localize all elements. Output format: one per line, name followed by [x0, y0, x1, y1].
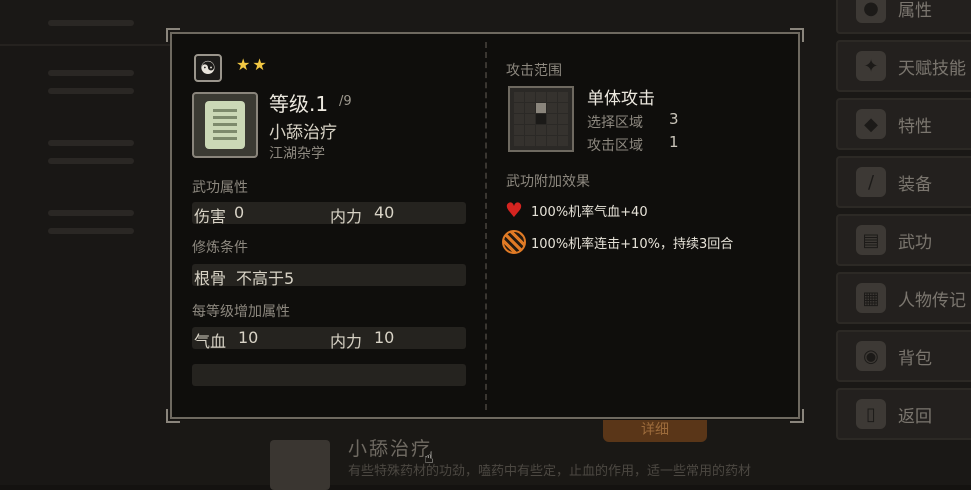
background-item-title: 小舔治疗 [348, 438, 433, 460]
menu-button-martial-arts[interactable]: ▤ 武功 [836, 214, 971, 266]
person-icon: ● [856, 0, 886, 23]
panel-corner [790, 409, 804, 423]
menu-button-attributes[interactable]: ● 属性 [836, 0, 971, 34]
menu-label: 特性 [898, 116, 932, 137]
requirement-value: 不高于5 [236, 269, 295, 288]
skill-detail-panel: ☯ ★★ 等级.1 /9 小舔治疗 江湖杂学 武功属性 伤害 0 内力 40 修… [166, 28, 804, 423]
talent-icon: ✦ [856, 51, 886, 81]
detail-button[interactable]: 详细 [603, 420, 707, 442]
attack-range-grid [508, 86, 574, 152]
per-inner-value: 10 [374, 328, 395, 347]
attack-area-value: 1 [669, 133, 679, 151]
damage-value: 0 [234, 203, 245, 222]
skill-school: 江湖杂学 [269, 146, 325, 162]
scroll-icon [270, 440, 330, 490]
menu-button-biography[interactable]: ▦ 人物传记 [836, 272, 971, 324]
bag-icon: ◉ [856, 341, 886, 371]
requirement-title: 修炼条件 [192, 240, 248, 256]
range-title: 攻击范围 [506, 63, 562, 79]
skill-name: 小舔治疗 [269, 123, 337, 143]
background-item-card: 详细 小舔治疗 有些特殊药材的功劲，嗑药中有些定，止血的作用，适一些常用的药材 [170, 420, 800, 490]
door-icon: ▯ [856, 399, 886, 429]
background-list-line [48, 140, 134, 146]
menu-label: 装备 [898, 174, 932, 195]
skill-scroll-icon [192, 92, 258, 158]
panel-corner [166, 409, 180, 423]
trait-icon: ◆ [856, 109, 886, 139]
panel-corner [166, 28, 180, 42]
sword-icon: / [856, 167, 886, 197]
heart-icon: ♥ [505, 198, 523, 222]
per-level-row: 气血 10 内力 10 [192, 327, 466, 351]
background-list-line [48, 70, 134, 76]
attributes-title: 武功属性 [192, 180, 248, 196]
damage-label: 伤害 [194, 207, 227, 226]
panel-divider [485, 42, 487, 410]
requirement-row: 根骨 不高于5 [192, 264, 466, 288]
skill-level: 等级.1 [269, 92, 329, 116]
menu-label: 人物传记 [898, 290, 966, 311]
menu-button-back[interactable]: ▯ 返回 [836, 388, 971, 440]
inner-power-value: 40 [374, 203, 395, 222]
star-rating: ★★ [236, 55, 269, 74]
hp-value: 10 [238, 328, 259, 347]
menu-label: 天赋技能 [898, 58, 966, 79]
menu-label: 返回 [898, 406, 932, 427]
effect-item: ♥ 100%机率气血+40 [502, 198, 648, 222]
panel-corner [790, 28, 804, 42]
menu-button-traits[interactable]: ◆ 特性 [836, 98, 971, 150]
attack-area-label: 攻击区域 [587, 138, 643, 154]
menu-button-equipment[interactable]: / 装备 [836, 156, 971, 208]
background-item-description: 有些特殊药材的功劲，嗑药中有些定，止血的作用，适一些常用的药材 [348, 464, 752, 479]
background-list-line [48, 88, 134, 94]
scroll-icon: ▤ [856, 225, 886, 255]
menu-label: 属性 [898, 0, 932, 21]
background-list-line [48, 20, 134, 26]
skill-level-max: /9 [339, 94, 352, 109]
effects-title: 武功附加效果 [506, 174, 590, 190]
hand-cursor-icon: ☝ [424, 448, 434, 467]
requirement-label: 根骨 [194, 269, 227, 288]
yin-yang-icon: ☯ [194, 54, 222, 82]
background-list-line [48, 158, 134, 164]
effect-text: 100%机率连击+10%，持续3回合 [531, 236, 734, 252]
background-list-line [48, 228, 134, 234]
per-inner-label: 内力 [330, 332, 363, 351]
menu-button-talent[interactable]: ✦ 天赋技能 [836, 40, 971, 92]
select-area-value: 3 [669, 110, 679, 128]
attack-type: 单体攻击 [587, 89, 655, 109]
inner-power-label: 内力 [330, 207, 363, 226]
book-icon: ▦ [856, 283, 886, 313]
menu-button-bag[interactable]: ◉ 背包 [836, 330, 971, 382]
menu-label: 背包 [898, 348, 932, 369]
select-area-label: 选择区域 [587, 115, 643, 131]
combo-icon [502, 230, 526, 254]
attributes-row: 伤害 0 内力 40 [192, 202, 466, 226]
background-list-line [48, 210, 134, 216]
menu-label: 武功 [898, 232, 932, 253]
effect-text: 100%机率气血+40 [531, 204, 648, 220]
effect-item: 100%机率连击+10%，持续3回合 [502, 230, 733, 254]
per-level-title: 每等级增加属性 [192, 304, 290, 320]
hp-label: 气血 [194, 332, 227, 351]
empty-row [192, 364, 466, 386]
